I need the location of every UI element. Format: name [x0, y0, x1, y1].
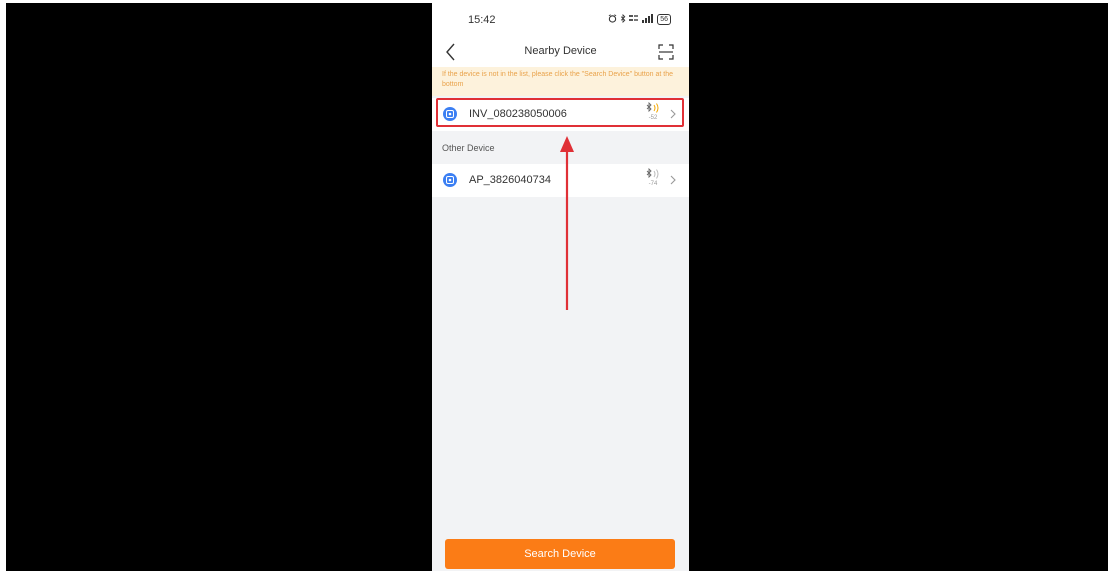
device-icon	[443, 173, 457, 187]
annotation-arrow	[560, 136, 574, 310]
cellular-signal-icon	[642, 14, 654, 25]
section-label-other: Other Device	[442, 143, 495, 153]
left-border	[0, 0, 6, 574]
chevron-right-icon	[670, 175, 676, 185]
battery-level: 56	[660, 16, 668, 23]
status-time: 15:42	[468, 14, 496, 26]
navigation-bar: Nearby Device	[432, 37, 689, 67]
alarm-icon	[608, 14, 617, 25]
data-speed-icon	[629, 14, 639, 25]
page-title: Nearby Device	[524, 45, 597, 57]
status-icons: 56	[608, 13, 671, 25]
signal-strength: -74	[643, 168, 663, 187]
status-bar: 15:42 56	[432, 3, 689, 37]
screen: 15:42 56 Nearby Device If the device is …	[0, 0, 1108, 574]
rssi-value: -74	[648, 181, 658, 187]
bluetooth-status-icon	[620, 13, 626, 25]
scan-icon	[658, 44, 674, 60]
search-device-button[interactable]: Search Device	[445, 539, 675, 569]
battery-indicator: 56	[657, 14, 671, 25]
tip-banner: If the device is not in the list, please…	[432, 67, 689, 96]
scan-button[interactable]	[657, 43, 675, 61]
device-name: AP_3826040734	[469, 174, 551, 186]
highlight-box	[436, 98, 684, 127]
bluetooth-signal-icon	[646, 168, 659, 179]
